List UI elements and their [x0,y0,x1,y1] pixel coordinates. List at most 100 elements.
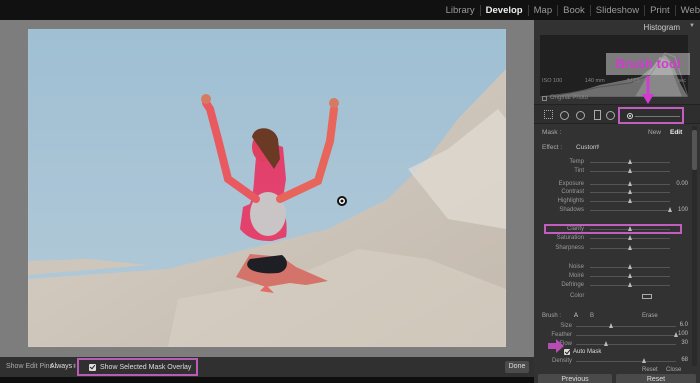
slider-thumb[interactable] [641,358,646,363]
auto-mask-label: Auto Mask [573,349,602,355]
reset-link[interactable]: Reset [642,367,658,373]
scrollbar-thumb[interactable] [692,130,697,170]
module-map[interactable]: Map [527,4,557,16]
density-slider[interactable]: Density 68 [534,357,692,366]
slider-label: Feather [551,332,572,338]
slider-value[interactable]: 68 [681,357,688,363]
slider-label: Saturation [556,235,584,241]
brush-a-button[interactable]: A [574,313,578,319]
slider-value[interactable]: 100 [678,207,688,213]
slider-thumb[interactable] [627,198,632,203]
slider-tint[interactable]: Tint [534,167,692,177]
slider-thumb[interactable] [627,189,632,194]
histogram-info: ISO 100 140 mm f / 13 1/320 sec [540,78,688,84]
show-mask-overlay-checkbox[interactable]: Show Selected Mask Overlay [77,358,198,376]
slider-value[interactable]: 100 [678,331,688,337]
auto-mask-checkbox[interactable]: Auto Mask [564,349,601,355]
module-picker: Library Develop Map Book Slideshow Print… [0,0,700,20]
photo-image [28,29,506,347]
slider-track[interactable] [576,361,676,362]
slider-thumb[interactable] [627,168,632,173]
brush-b-button[interactable]: B [590,313,594,319]
right-panel: Histogram ▼ ISO 100 140 mm f / 13 1/320 … [534,20,700,383]
slider-thumb[interactable] [627,181,632,186]
histogram-title: Histogram [643,23,680,32]
effect-row: Effect : Custom ⬍ [534,142,700,154]
slider-track[interactable] [590,210,670,211]
focal-length-value: 140 mm [584,78,605,84]
previous-button[interactable]: Previous [538,374,612,383]
slider-value[interactable]: 30 [681,340,688,346]
slider-thumb[interactable] [608,323,613,328]
slider-thumb[interactable] [603,341,608,346]
slider-label: Size [560,323,572,329]
checkbox-icon[interactable] [89,363,96,371]
mask-row: Mask : New Edit [534,126,700,140]
chevron-down-icon[interactable]: ⬍ [596,144,600,150]
graduated-filter-icon[interactable] [594,110,601,120]
mask-edit-button[interactable]: Edit [670,129,682,136]
slider-thumb[interactable] [627,245,632,250]
slider-value[interactable]: 0.00 [676,181,688,187]
radial-filter-icon[interactable] [606,111,615,120]
effect-label: Effect : [542,144,563,151]
module-library[interactable]: Library [441,5,480,16]
slider-thumb[interactable] [627,264,632,269]
slider-track[interactable] [576,335,676,336]
module-slideshow[interactable]: Slideshow [589,4,644,16]
photo[interactable] [28,29,506,347]
panel-scrollbar[interactable] [692,126,697,366]
reset-button[interactable]: Reset [616,374,696,383]
brush-icon [627,113,633,119]
brush-slider-size[interactable]: Size 6.0 [534,322,692,331]
spot-removal-icon[interactable] [560,111,569,120]
slider-track[interactable] [576,344,676,345]
checkbox-icon[interactable] [564,349,570,355]
slider-defringe[interactable]: Defringe [534,281,692,291]
aperture-value: f / 13 [627,78,640,84]
slider-value[interactable]: 6.0 [680,322,688,328]
color-label: Color [570,293,585,299]
slider-thumb[interactable] [673,332,678,337]
edit-pins-dropdown[interactable]: Always [50,363,72,370]
show-mask-overlay-label: Show Selected Mask Overlay [100,363,192,371]
module-print[interactable]: Print [644,4,675,16]
slider-thumb[interactable] [627,159,632,164]
slider-label: Moiré [568,273,584,279]
slider-label: Exposure [558,181,584,187]
color-row: Color [534,292,700,302]
close-link[interactable]: Close [666,367,681,373]
crop-tool-icon[interactable] [544,110,553,119]
slider-shadows[interactable]: Shadows 100 [534,206,692,216]
slider-label: Contrast [561,189,584,195]
slider-track[interactable] [576,326,676,327]
slider-thumb[interactable] [627,235,632,240]
slider-saturation[interactable]: Saturation [534,234,692,244]
done-button[interactable]: Done [505,361,529,373]
slider-label: Tint [574,168,584,174]
flow-arrow-icon [548,339,564,353]
mask-label: Mask : [542,129,562,136]
brush-erase-button[interactable]: Erase [642,313,658,319]
red-eye-icon[interactable] [576,111,585,120]
lightroom-window: Library Develop Map Book Slideshow Print… [0,0,700,383]
slider-label: Density [551,358,572,364]
module-web[interactable]: Web [674,4,700,16]
slider-thumb[interactable] [627,273,632,278]
slider-sharpness[interactable]: Sharpness [534,244,692,254]
module-book[interactable]: Book [557,4,590,16]
collapse-triangle-icon[interactable]: ▼ [689,23,695,29]
shutter-value: 1/320 sec [662,78,686,84]
histogram-header[interactable]: Histogram ▼ [534,20,700,34]
slider-thumb[interactable] [667,207,672,212]
mask-new-button[interactable]: New [648,129,661,136]
slider-label: Defringe [561,282,584,288]
adjustment-brush-tool[interactable] [618,107,684,124]
slider-thumb[interactable] [627,282,632,287]
checkbox-icon[interactable] [542,95,547,101]
module-develop[interactable]: Develop [479,4,528,16]
image-canvas[interactable] [0,20,534,357]
reset-close-row: Reset Close [534,366,700,374]
color-swatch[interactable] [642,294,652,299]
original-photo-toggle[interactable]: Original Photo [542,95,588,101]
